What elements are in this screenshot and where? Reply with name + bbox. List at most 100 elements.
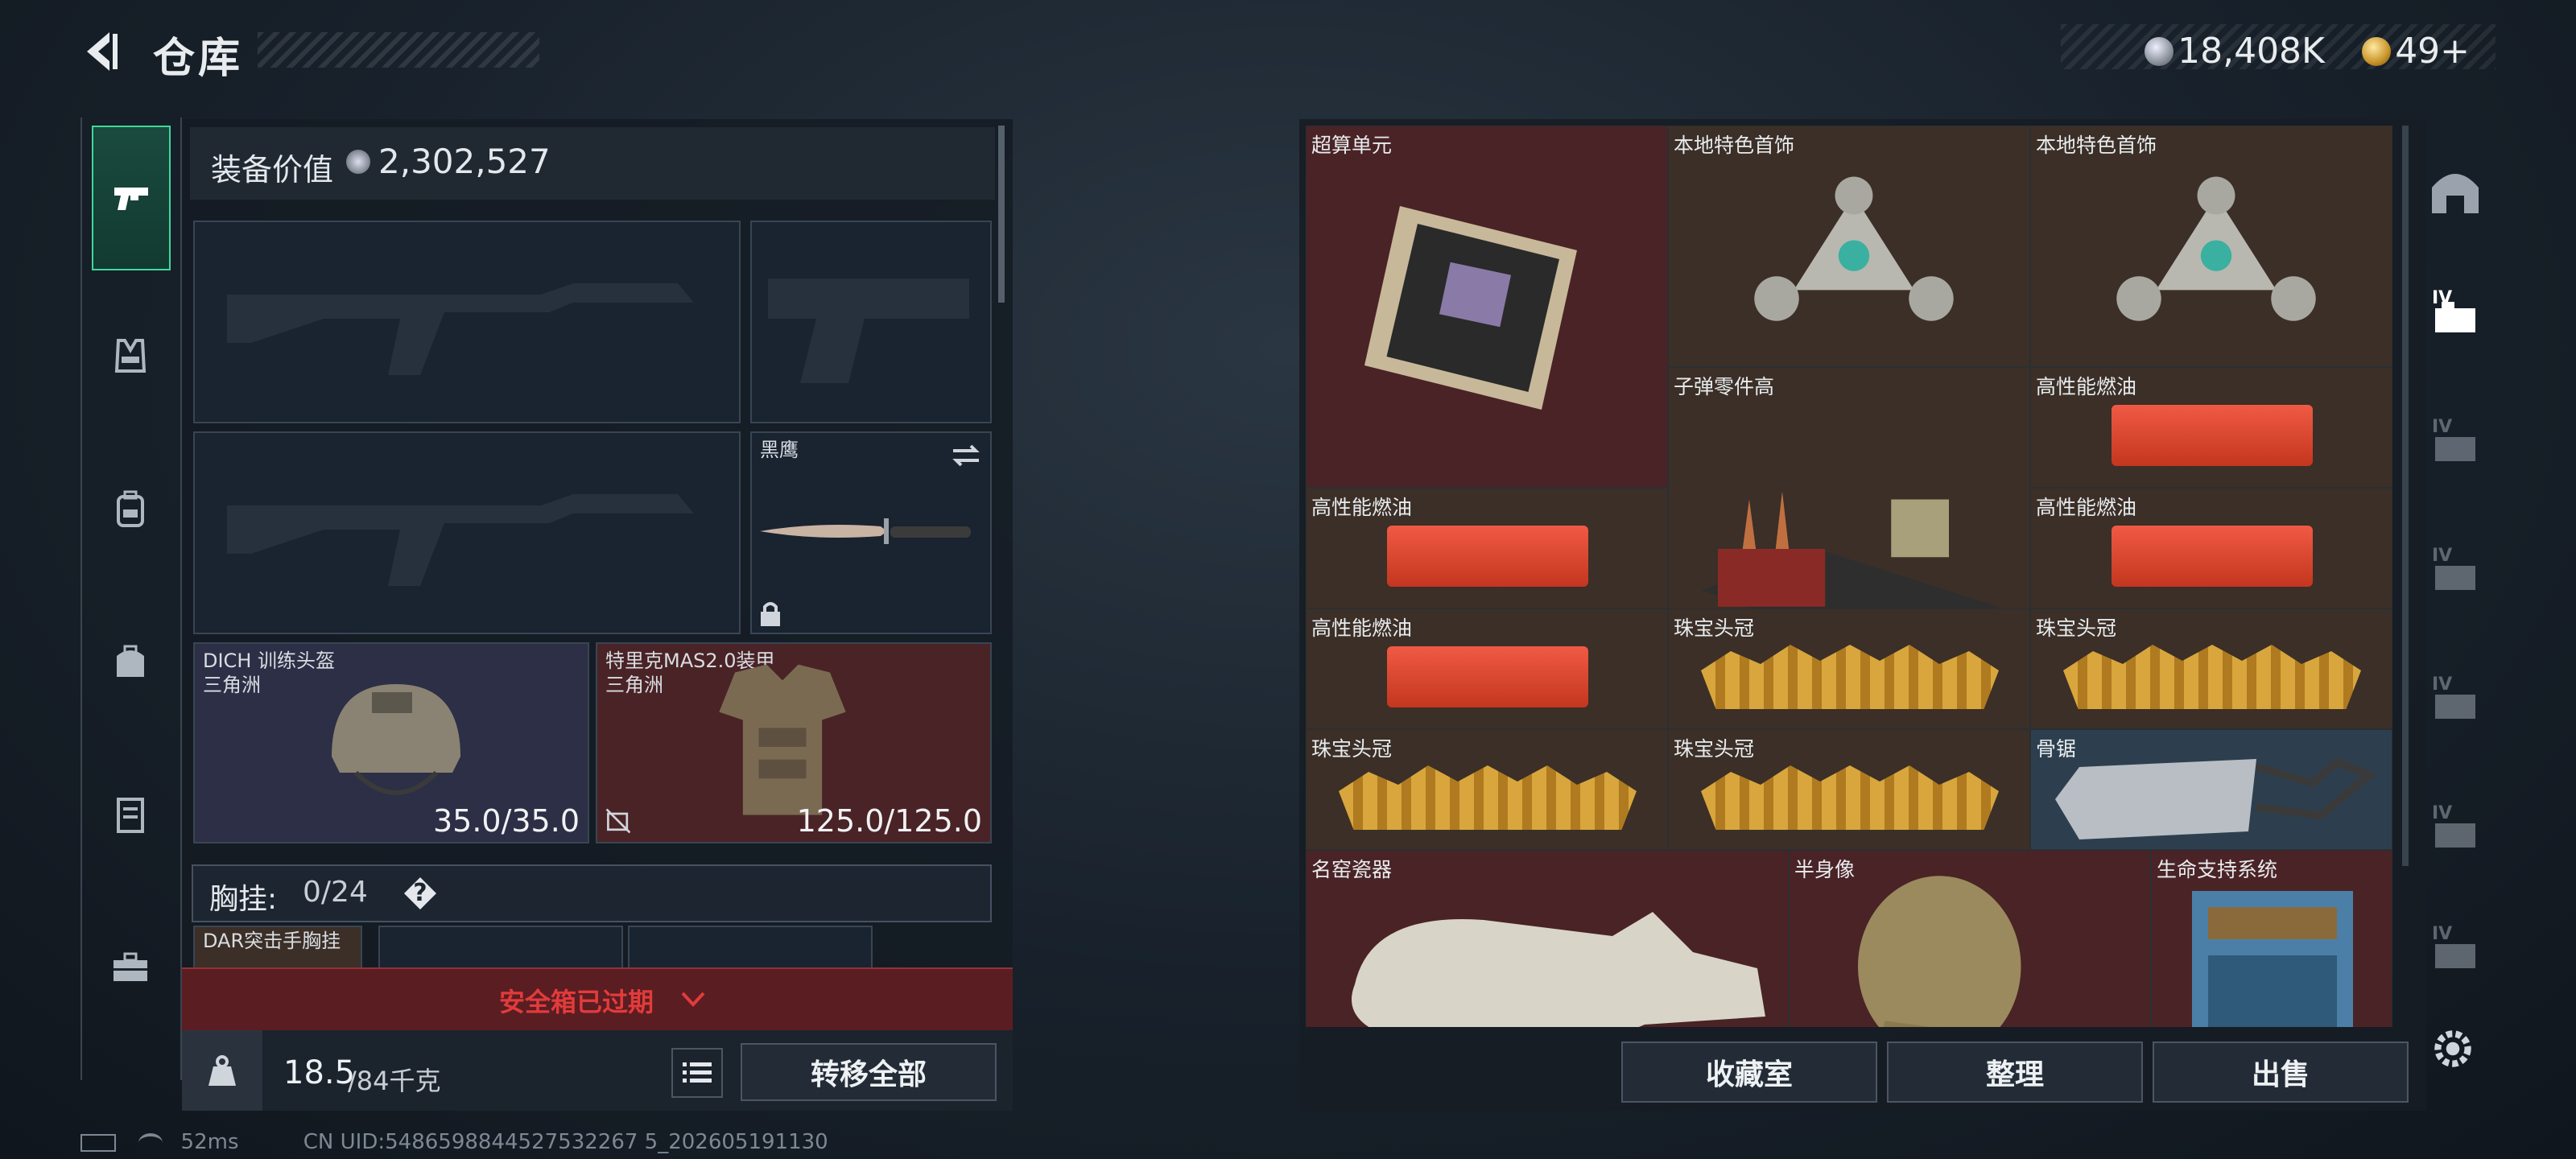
case-icon <box>117 798 144 833</box>
svg-text:IV: IV <box>2432 924 2452 944</box>
svg-text:IV: IV <box>2432 674 2452 695</box>
transfer-all-button[interactable]: 转移全部 <box>741 1043 997 1101</box>
gold-balance[interactable]: 49+ <box>2395 31 2470 72</box>
lock-icon <box>761 602 780 626</box>
stash-item[interactable]: 半身像 <box>1789 850 2151 1027</box>
backpack-icon <box>117 490 144 527</box>
tab-stash-4[interactable]: IV <box>2415 779 2496 876</box>
vest-icon <box>114 339 147 373</box>
stash-tab-icon: IV <box>2432 674 2475 719</box>
armor-slot[interactable]: 特里克MAS2.0装甲 三角洲 125.0/125.0 <box>596 642 992 843</box>
stash-item[interactable]: 高性能燃油 <box>2030 367 2392 488</box>
rifle-silhouette-icon <box>227 283 694 375</box>
nav-case[interactable] <box>90 774 171 855</box>
sell-button[interactable]: 出售 <box>2153 1041 2409 1103</box>
stash-item[interactable]: 超算单元 <box>1306 126 1668 488</box>
stash-item[interactable]: 高性能燃油 <box>1306 608 1668 729</box>
stash-item[interactable]: 名窑瓷器 <box>1306 850 1789 1027</box>
stash-tab-icon: IV <box>2432 288 2475 332</box>
tab-stash-4[interactable]: IV <box>2415 650 2496 747</box>
nav-weapon[interactable] <box>92 126 171 270</box>
back-arrow-icon[interactable] <box>77 27 126 76</box>
safe-box-expired-text: 安全箱已过期 <box>499 987 654 1017</box>
stash-item[interactable]: 珠宝头冠 <box>1668 729 2030 850</box>
tab-stash-4[interactable]: IV <box>2415 393 2496 489</box>
tab-stash-4[interactable]: IV <box>2415 900 2496 996</box>
helmet-slot[interactable]: DICH 训练头盔 三角洲 35.0/35.0 <box>193 642 589 843</box>
weight-icon <box>182 1030 262 1111</box>
nav-vest[interactable] <box>90 316 171 396</box>
jewel-crown-icon <box>1339 765 1637 830</box>
stash-scrollbar[interactable] <box>2402 126 2409 866</box>
stash-item[interactable]: 本地特色首饰 <box>1668 126 2030 367</box>
stash-tab-icon: IV <box>2432 803 2475 848</box>
stash-item[interactable]: 生命支持系统 <box>2151 850 2392 1027</box>
collection-room-button[interactable]: 收藏室 <box>1621 1041 1877 1103</box>
stash-item[interactable]: 珠宝头冠 <box>1306 729 1668 850</box>
pistol-slot[interactable] <box>750 221 992 423</box>
life-support-system-icon <box>2192 891 2353 1027</box>
svg-text:IV: IV <box>2432 417 2452 437</box>
chest-rig-empty-slot[interactable] <box>378 926 623 972</box>
weight-max: /84千克 <box>348 1066 441 1096</box>
tab-stash-4[interactable]: IV <box>2415 264 2496 361</box>
sort-button[interactable]: 整理 <box>1887 1041 2143 1103</box>
chest-rig-row[interactable]: 胸挂: 0/24 ? <box>192 864 992 922</box>
chest-rig-empty-slot[interactable] <box>628 926 873 972</box>
stash-tabs: IV IV IV IV IV IV <box>2415 119 2496 1004</box>
knife-slot[interactable]: 黑鹰 <box>750 431 992 634</box>
stash-item[interactable]: 本地特色首饰 <box>2030 126 2392 367</box>
pistol-icon <box>114 188 148 210</box>
stash-tab-icon: IV <box>2432 546 2475 590</box>
stash-item[interactable]: 高性能燃油 <box>1306 488 1668 608</box>
stash-item[interactable]: 珠宝头冠 <box>1668 608 2030 729</box>
safe-box-expired-banner[interactable]: 安全箱已过期 <box>182 967 1013 1030</box>
no-repair-icon <box>605 808 631 834</box>
silver-balance: 18,408K <box>2178 31 2325 72</box>
title-decoration <box>258 32 539 68</box>
secondary-weapon-slot[interactable] <box>193 431 741 634</box>
silver-coin-icon <box>2145 36 2174 66</box>
jewel-crown-icon <box>2063 645 2361 709</box>
gold-coin-icon[interactable] <box>2362 36 2392 66</box>
vault-icon <box>2432 174 2479 213</box>
stash-item[interactable]: 珠宝头冠 <box>2030 608 2392 729</box>
armor-durability: 125.0/125.0 <box>796 803 982 839</box>
fuel-canister-icon <box>1387 526 1588 587</box>
rifle-silhouette-icon <box>227 494 694 586</box>
weight-current: 18.5 <box>283 1054 356 1091</box>
wifi-icon <box>138 1132 163 1153</box>
list-view-button[interactable] <box>671 1048 723 1098</box>
knife-icon <box>760 518 971 544</box>
primary-weapon-slot[interactable] <box>193 221 741 423</box>
jewelry-ornament-icon <box>1754 176 1954 321</box>
equipment-value: 2,302,527 <box>378 142 551 181</box>
nav-bag[interactable] <box>90 621 171 702</box>
chevron-down-icon <box>681 992 705 1007</box>
nav-toolbox[interactable] <box>90 927 171 1008</box>
svg-text:IV: IV <box>2432 546 2452 566</box>
chest-rig-item-name: DAR突击手胸挂 <box>203 930 341 952</box>
supercomputer-unit-icon <box>1364 206 1577 410</box>
stash-tab-icon: IV <box>2432 924 2475 968</box>
stash-item[interactable]: 骨锯 <box>2030 729 2392 850</box>
helmet-icon <box>332 684 460 795</box>
jewelry-ornament-icon <box>2116 176 2316 321</box>
tab-stash-4[interactable]: IV <box>2415 522 2496 618</box>
fuel-canister-icon <box>1387 646 1588 707</box>
tab-collection[interactable] <box>2415 143 2496 240</box>
equipment-scrollbar[interactable] <box>998 126 1005 303</box>
ping-value: 52ms <box>180 1130 239 1154</box>
page-title: 仓库 <box>153 35 244 83</box>
nav-backpack[interactable] <box>90 468 171 549</box>
gear-icon[interactable] <box>2428 1024 2478 1074</box>
chest-rig-label: 胸挂: <box>209 883 278 916</box>
jewel-crown-icon <box>1701 765 1999 830</box>
armor-origin: 三角洲 <box>605 674 663 696</box>
weight-bar: 18.5 /84千克 转移全部 <box>182 1030 1013 1111</box>
stash-item[interactable]: 高性能燃油 <box>2030 488 2392 608</box>
equipment-value-label: 装备价值 <box>211 152 334 188</box>
left-category-nav <box>80 118 182 1080</box>
help-icon[interactable]: ? <box>404 877 436 909</box>
toolbox-icon <box>114 952 147 981</box>
